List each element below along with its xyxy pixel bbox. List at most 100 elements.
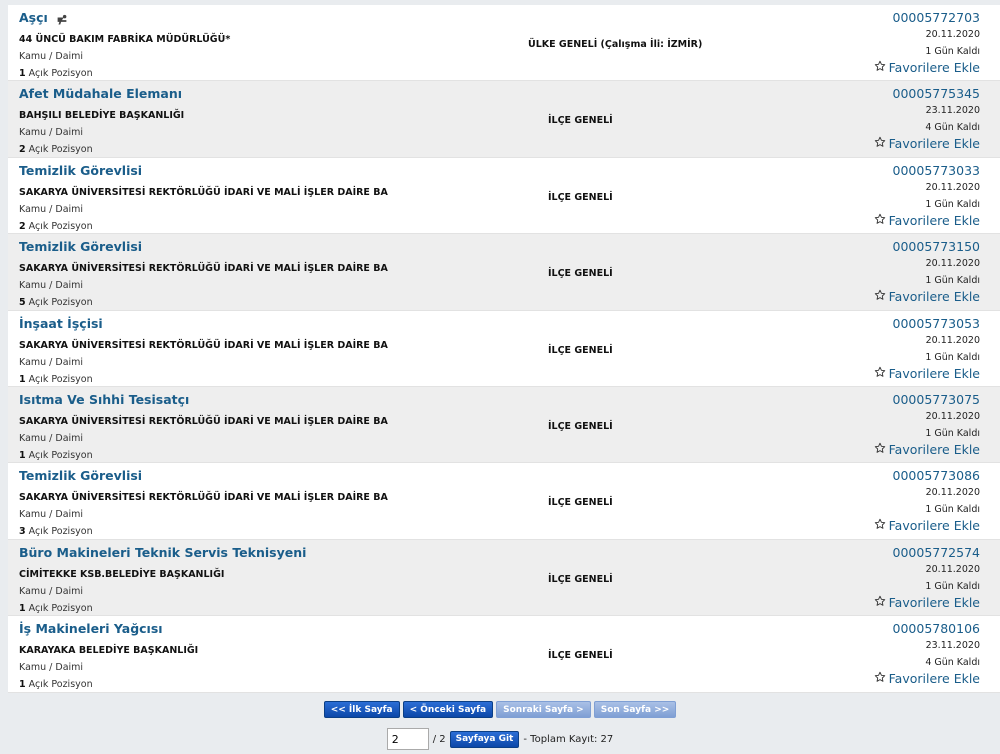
table-row: Isıtma Ve Sıhhi Tesisatçı SAKARYA ÜNİVERS… bbox=[8, 386, 1000, 464]
table-row: İş Makineleri Yağcısı KARAYAKA BELEDİYE B… bbox=[8, 616, 1000, 693]
employer-name: BAHŞILI BELEDİYE BAŞKANLIĞI bbox=[19, 110, 185, 122]
work-location: İLÇE GENELİ bbox=[548, 268, 613, 280]
open-positions-count: 1 bbox=[19, 373, 26, 385]
open-positions-label: Açık Pozisyon bbox=[28, 297, 93, 309]
work-location: İLÇE GENELİ bbox=[548, 344, 613, 356]
open-positions-label: Açık Pozisyon bbox=[28, 373, 93, 385]
star-icon bbox=[874, 213, 886, 228]
open-positions-count: 1 bbox=[19, 68, 26, 79]
deadline-date: 20.11.2020 bbox=[925, 487, 980, 499]
open-positions-count: 1 bbox=[19, 602, 26, 614]
open-positions: 3 Açık Pozisyon bbox=[19, 526, 93, 537]
add-to-favorites-label: Favorilere Ekle bbox=[888, 136, 980, 152]
open-positions: 1 Açık Pozisyon bbox=[19, 374, 93, 385]
listing-code-link[interactable]: 00005780106 bbox=[893, 621, 980, 636]
job-title-link[interactable]: İş Makineleri Yağcısı bbox=[19, 621, 163, 636]
table-row: Afet Müdahale Elemanı BAHŞILI BELEDİYE BA… bbox=[8, 81, 1000, 158]
star-icon bbox=[874, 671, 886, 686]
add-to-favorites-button[interactable]: Favorilere Ekle bbox=[874, 366, 980, 381]
open-positions: 1 Açık Pozisyon bbox=[19, 450, 93, 461]
job-title-link[interactable]: Temizlik Görevlisi bbox=[19, 239, 142, 254]
employer-name: SAKARYA ÜNİVERSİTESİ REKTÖRLÜĞÜ İDARİ VE… bbox=[19, 263, 388, 275]
job-title-link[interactable]: Temizlik Görevlisi bbox=[19, 468, 142, 483]
table-row: Temizlik Görevlisi SAKARYA ÜNİVERSİTESİ R… bbox=[8, 463, 1000, 540]
star-icon bbox=[874, 595, 886, 610]
listing-code-link[interactable]: 00005773053 bbox=[893, 316, 980, 331]
add-to-favorites-button[interactable]: Favorilere Ekle bbox=[874, 289, 980, 304]
job-title-link[interactable]: Temizlik Görevlisi bbox=[19, 163, 142, 178]
days-remaining: 4 Gün Kaldı bbox=[925, 657, 980, 669]
listing-code-link[interactable]: 00005773075 bbox=[893, 392, 980, 407]
add-to-favorites-button[interactable]: Favorilere Ekle bbox=[874, 595, 980, 610]
go-to-page-button[interactable]: Sayfaya Git bbox=[449, 730, 520, 748]
deadline-date: 20.11.2020 bbox=[925, 410, 980, 422]
open-positions-count: 1 bbox=[19, 679, 26, 691]
employment-type: Kamu / Daimi bbox=[19, 356, 84, 368]
work-location: İLÇE GENELİ bbox=[548, 191, 613, 203]
days-remaining: 1 Gün Kaldı bbox=[925, 198, 980, 210]
table-row: Temizlik Görevlisi SAKARYA ÜNİVERSİTESİ R… bbox=[8, 157, 1000, 235]
work-location: İLÇE GENELİ bbox=[548, 573, 613, 585]
employment-type: Kamu / Daimi bbox=[19, 662, 84, 674]
add-to-favorites-button[interactable]: Favorilere Ekle bbox=[874, 60, 980, 75]
employer-name: SAKARYA ÜNİVERSİTESİ REKTÖRLÜĞÜ İDARİ VE… bbox=[19, 339, 388, 351]
add-to-favorites-button[interactable]: Favorilere Ekle bbox=[874, 136, 980, 151]
open-positions-label: Açık Pozisyon bbox=[28, 602, 93, 614]
open-positions: 5 Açık Pozisyon bbox=[19, 297, 93, 308]
first-page-button[interactable]: << İlk Sayfa bbox=[323, 701, 400, 718]
table-row: İnşaat İşçisi SAKARYA ÜNİVERSİTESİ REKTÖR… bbox=[8, 310, 1000, 387]
days-remaining: 1 Gün Kaldı bbox=[925, 275, 980, 287]
employment-type: Kamu / Daimi bbox=[19, 585, 84, 597]
work-location: İLÇE GENELİ bbox=[548, 420, 613, 432]
open-positions: 1 Açık Pozisyon bbox=[19, 679, 93, 690]
add-to-favorites-label: Favorilere Ekle bbox=[888, 671, 980, 687]
employer-name: SAKARYA ÜNİVERSİTESİ REKTÖRLÜĞÜ İDARİ VE… bbox=[19, 415, 388, 427]
add-to-favorites-button[interactable]: Favorilere Ekle bbox=[874, 671, 980, 686]
total-records-text: - Toplam Kayıt: 27 bbox=[523, 733, 614, 745]
listing-code-link[interactable]: 00005773033 bbox=[893, 163, 980, 178]
pagination-bar: << İlk Sayfa < Önceki Sayfa Sonraki Sayf… bbox=[0, 701, 1000, 718]
open-positions: 2 Açık Pozisyon bbox=[19, 221, 93, 232]
open-positions-count: 5 bbox=[19, 297, 26, 309]
add-to-favorites-label: Favorilere Ekle bbox=[888, 289, 980, 305]
deadline-date: 23.11.2020 bbox=[925, 105, 980, 117]
days-remaining: 1 Gün Kaldı bbox=[925, 504, 980, 516]
star-icon bbox=[874, 518, 886, 533]
open-positions: 2 Açık Pozisyon bbox=[19, 144, 93, 155]
star-icon bbox=[874, 442, 886, 457]
deadline-date: 20.11.2020 bbox=[925, 29, 980, 40]
add-to-favorites-button[interactable]: Favorilere Ekle bbox=[874, 518, 980, 533]
days-remaining: 1 Gün Kaldı bbox=[925, 580, 980, 592]
days-remaining: 1 Gün Kaldı bbox=[925, 46, 980, 57]
add-to-favorites-button[interactable]: Favorilere Ekle bbox=[874, 442, 980, 457]
job-title-link[interactable]: Büro Makineleri Teknik Servis Teknisyeni bbox=[19, 545, 306, 560]
page-number-input[interactable] bbox=[386, 728, 429, 750]
star-icon bbox=[874, 60, 886, 75]
employment-type: Kamu / Daimi bbox=[19, 509, 84, 521]
listing-code-link[interactable]: 00005772703 bbox=[893, 10, 980, 25]
previous-page-button[interactable]: < Önceki Sayfa bbox=[402, 701, 494, 718]
open-positions-label: Açık Pozisyon bbox=[28, 526, 93, 538]
listing-code-link[interactable]: 00005773150 bbox=[893, 239, 980, 254]
add-to-favorites-button[interactable]: Favorilere Ekle bbox=[874, 213, 980, 228]
last-page-button[interactable]: Son Sayfa >> bbox=[593, 701, 677, 718]
employment-type: Kamu / Daimi bbox=[19, 280, 84, 292]
open-positions-count: 2 bbox=[19, 144, 26, 156]
job-title-link[interactable]: Afet Müdahale Elemanı bbox=[19, 86, 182, 101]
listing-code-link[interactable]: 00005775345 bbox=[893, 86, 980, 101]
employment-type: Kamu / Daimi bbox=[19, 432, 84, 444]
work-location: ÜLKE GENELİ (Çalışma İli: İZMİR) bbox=[528, 39, 703, 50]
add-to-favorites-label: Favorilere Ekle bbox=[888, 365, 980, 381]
work-location: İLÇE GENELİ bbox=[548, 650, 613, 662]
job-title-link[interactable]: Isıtma Ve Sıhhi Tesisatçı bbox=[19, 392, 189, 407]
listing-code-link[interactable]: 00005773086 bbox=[893, 468, 980, 483]
star-icon bbox=[874, 289, 886, 304]
listing-code-link[interactable]: 00005772574 bbox=[893, 545, 980, 560]
star-icon bbox=[874, 366, 886, 381]
job-title-link[interactable]: İnşaat İşçisi bbox=[19, 316, 103, 331]
next-page-button[interactable]: Sonraki Sayfa > bbox=[496, 701, 591, 718]
add-to-favorites-label: Favorilere Ekle bbox=[888, 60, 980, 75]
days-remaining: 4 Gün Kaldı bbox=[925, 122, 980, 134]
total-pages-text: / 2 bbox=[432, 733, 446, 745]
job-title-link[interactable]: Aşçı bbox=[19, 10, 48, 25]
